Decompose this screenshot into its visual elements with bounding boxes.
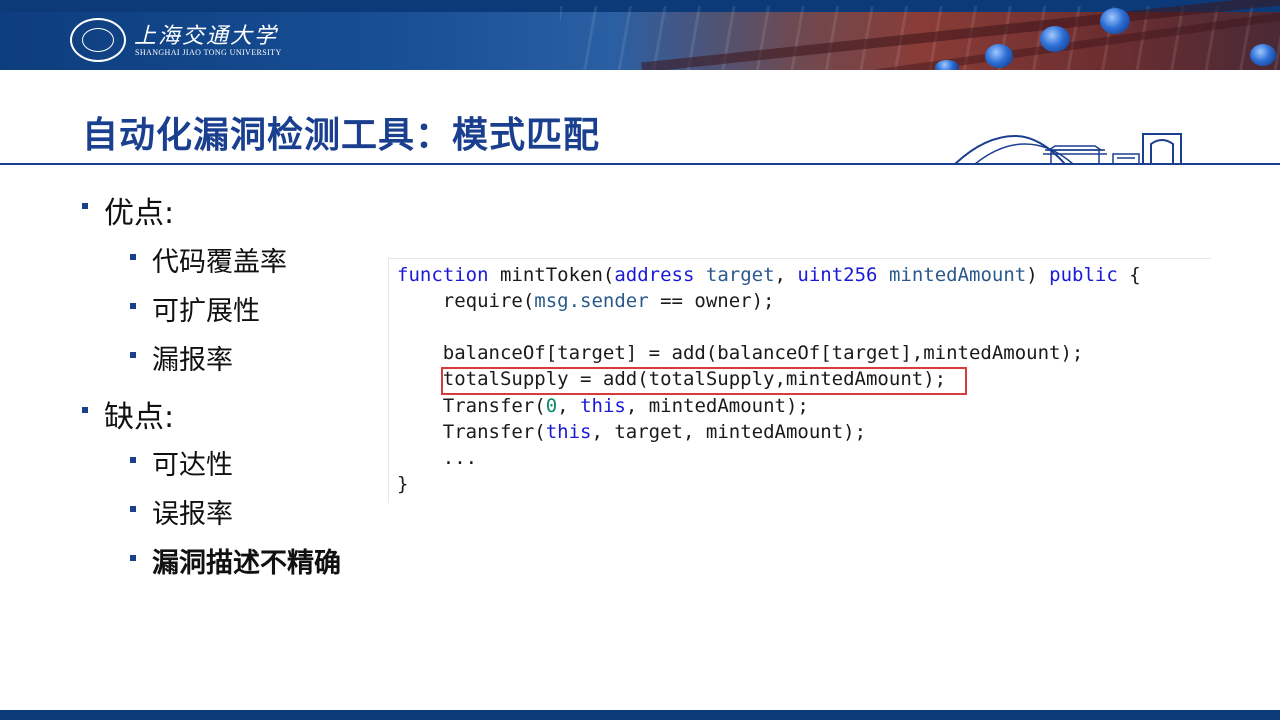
param-target: target	[705, 264, 775, 286]
bullet-text: 漏洞描述不精确	[152, 548, 341, 579]
code-line: function mintToken(address target, uint2…	[397, 264, 1141, 286]
param-minted-amount: mintedAmount	[888, 264, 1027, 286]
bullet-marker	[130, 555, 136, 561]
lantern-icon	[935, 60, 959, 70]
bullet-marker	[130, 352, 136, 358]
code-number: 0	[545, 395, 558, 417]
bullet-text: 可达性	[152, 450, 233, 481]
bullet-marker	[82, 203, 88, 209]
bullet-text: 优点:	[104, 196, 175, 231]
bullet-marker	[130, 303, 136, 309]
list-item: 可扩展性	[130, 289, 260, 328]
university-name-en: SHANGHAI JIAO TONG UNIVERSITY	[135, 48, 282, 57]
type-address: address	[614, 264, 695, 286]
bullet-marker	[130, 457, 136, 463]
bullet-text: 误报率	[152, 499, 233, 530]
keyword-public: public	[1049, 264, 1118, 286]
keyword-function: function	[397, 264, 489, 286]
section-heading-cons: 缺点:	[82, 392, 175, 436]
bullet-text: 漏报率	[152, 345, 233, 376]
code-token: msg.sender	[534, 290, 649, 312]
code-line: Transfer(0, this, mintedAmount);	[397, 395, 809, 417]
bullet-text: 缺点:	[104, 400, 175, 435]
keyword-this: this	[580, 395, 626, 417]
bullet-text: 代码覆盖率	[152, 247, 287, 278]
page-title: 自动化漏洞检测工具：模式匹配	[82, 115, 601, 156]
header-banner: 上海交通大学 SHANGHAI JIAO TONG UNIVERSITY	[0, 0, 1280, 70]
campus-landmark-icon	[955, 133, 1182, 165]
code-line: balanceOf[target] = add(balanceOf[target…	[397, 342, 1084, 364]
code-line: }	[397, 473, 409, 495]
university-seal-icon	[70, 18, 126, 62]
bullet-marker	[130, 506, 136, 512]
footer-bar	[0, 710, 1280, 720]
section-heading-pros: 优点:	[82, 188, 175, 232]
list-item: 代码覆盖率	[130, 240, 287, 279]
type-uint256: uint256	[797, 264, 878, 286]
lantern-icon	[1040, 26, 1070, 52]
code-line: require(msg.sender == owner);	[397, 290, 775, 312]
code-line: Transfer(this, target, mintedAmount);	[397, 421, 867, 443]
bullet-marker	[82, 407, 88, 413]
code-token: mintToken(	[499, 264, 615, 286]
list-item: 误报率	[130, 492, 233, 531]
bullet-text: 可扩展性	[152, 296, 260, 327]
lantern-icon	[1100, 8, 1130, 34]
university-name-cn: 上海交通大学	[134, 24, 279, 49]
list-item: 可达性	[130, 443, 233, 482]
lantern-icon	[985, 44, 1013, 68]
lantern-icon	[1250, 44, 1276, 66]
bullet-marker	[130, 254, 136, 260]
list-item: 漏洞描述不精确	[130, 541, 341, 580]
list-item: 漏报率	[130, 338, 233, 377]
keyword-this: this	[545, 421, 592, 443]
highlight-box	[441, 367, 967, 395]
code-line: ...	[397, 447, 478, 469]
